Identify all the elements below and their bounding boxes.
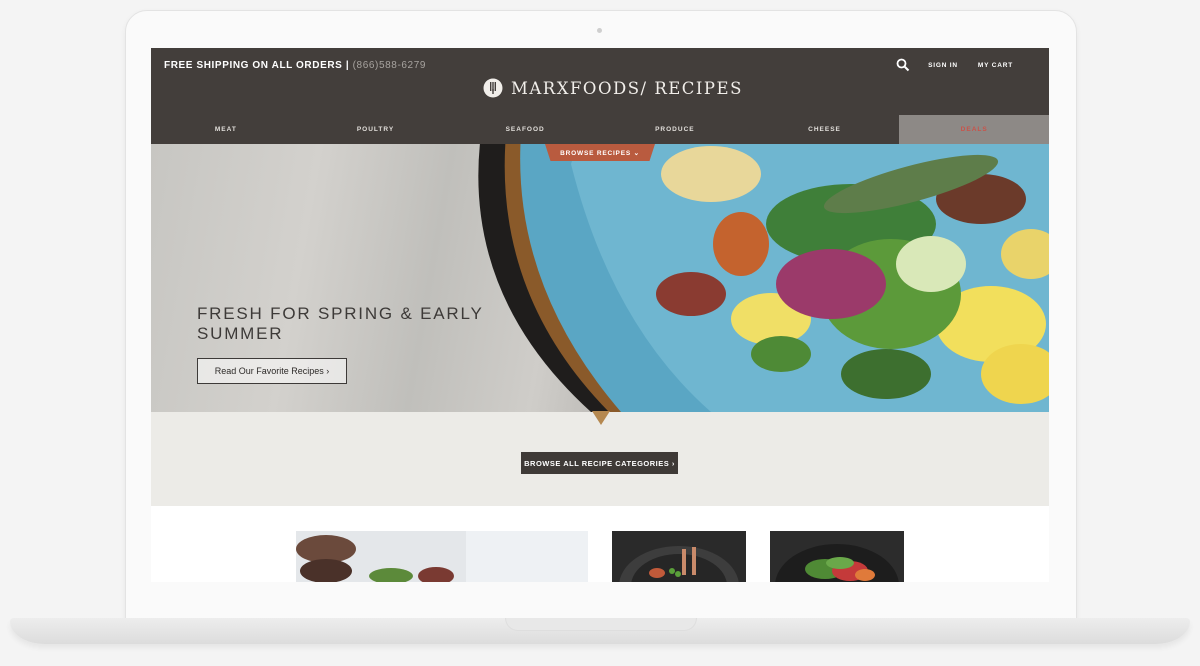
sign-in-link[interactable]: SIGN IN [928,62,958,69]
browse-categories-button[interactable]: BROWSE ALL RECIPE CATEGORIES › [521,452,678,474]
search-icon[interactable] [896,58,910,72]
phone-number[interactable]: (866)588-6279 [353,60,426,71]
site-header: FREE SHIPPING ON ALL ORDERS | (866)588-6… [151,48,1049,144]
nav-item-deals[interactable]: DEALS [899,115,1049,144]
categories-band: BROWSE ALL RECIPE CATEGORIES › [151,412,1049,506]
laptop-base-notch [505,618,697,631]
recipe-thumbnail[interactable] [770,531,904,582]
hero-title: FRESH FOR SPRING & EARLY SUMMER [197,304,484,343]
read-recipes-button[interactable]: Read Our Favorite Recipes › [197,358,347,384]
cart-link[interactable]: MY CART [978,62,1013,69]
category-nav: MEAT POULTRY SEAFOOD PRODUCE CHEESE DEAL… [151,115,1049,144]
hero-pointer [592,411,610,425]
nav-item-seafood[interactable]: SEAFOOD [450,115,600,144]
recipe-thumbnails [151,506,1049,582]
shipping-text: FREE SHIPPING ON ALL ORDERS | [164,60,353,71]
nav-item-poultry[interactable]: POULTRY [301,115,451,144]
shipping-promo: FREE SHIPPING ON ALL ORDERS | (866)588-6… [164,60,426,71]
webcam [597,28,602,33]
logo-text: MARXFOODS/ RECIPES [511,78,743,98]
nav-item-meat[interactable]: MEAT [151,115,301,144]
nav-item-cheese[interactable]: CHEESE [750,115,900,144]
browser-screen: FREE SHIPPING ON ALL ORDERS | (866)588-6… [151,48,1049,582]
site-logo[interactable]: MARXFOODS/ RECIPES [483,78,743,98]
recipe-thumbnail[interactable] [612,531,746,582]
fork-logo-icon [483,78,503,98]
hero-banner: BROWSE RECIPES ⌄ FRESH FOR SPRING & EARL… [151,144,1049,412]
recipe-thumbnail[interactable] [296,531,588,582]
browse-recipes-tab[interactable]: BROWSE RECIPES ⌄ [545,144,655,161]
nav-item-produce[interactable]: PRODUCE [600,115,750,144]
utility-links: SIGN IN MY CART [896,58,1013,72]
